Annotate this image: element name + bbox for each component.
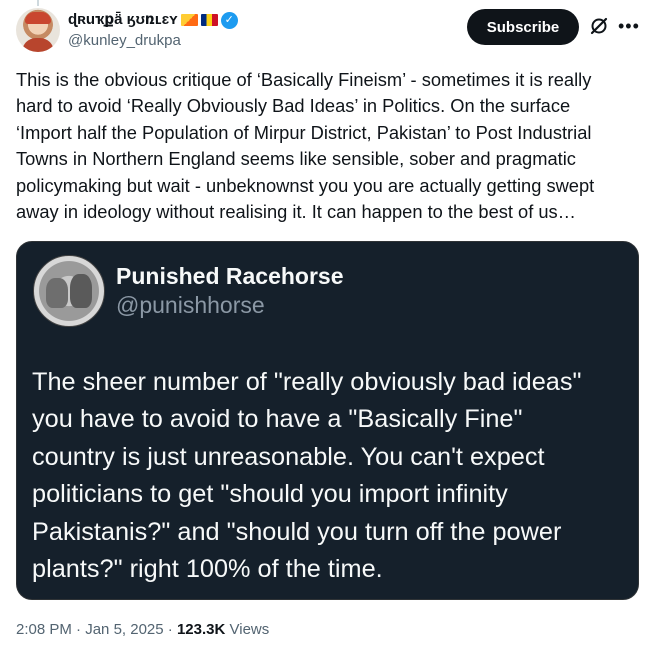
tweet-metadata: 2:08 PM · Jan 5, 2025 · 123.3K Views: [16, 618, 269, 642]
meta-separator: ·: [76, 621, 82, 638]
tweet-media-image[interactable]: Punished Racehorse @punishhorse The shee…: [16, 241, 639, 600]
romania-flag-icon: [200, 14, 218, 26]
tweet-time[interactable]: 2:08 PM: [16, 621, 72, 638]
subscribe-button[interactable]: Subscribe: [467, 9, 579, 45]
thread-connector-line: [37, 0, 39, 6]
meta-separator: ·: [167, 621, 173, 638]
author-avatar[interactable]: [16, 8, 60, 52]
author-names: ɖʀuҡքǟ ӄʊռʟɛʏ ✓ @kunley_drukpa: [68, 10, 238, 51]
views-count: 123.3K: [176, 621, 226, 638]
author-display-name[interactable]: ɖʀuҡքǟ ӄʊռʟɛʏ: [68, 10, 178, 30]
more-options-icon[interactable]: •••: [618, 16, 640, 36]
quoted-tweet-text: The sheer number of "really obviously ba…: [32, 368, 582, 584]
quoted-author-name: Punished Racehorse: [116, 263, 344, 289]
tweet-date[interactable]: Jan 5, 2025: [85, 621, 163, 638]
grok-icon[interactable]: [589, 16, 609, 36]
bhutan-flag-icon: [180, 14, 198, 26]
verified-badge-icon[interactable]: ✓: [220, 11, 238, 29]
views-label: Views: [229, 621, 270, 638]
tweet-text: This is the obvious critique of ‘Basical…: [16, 69, 595, 223]
tweet-header: ɖʀuҡքǟ ӄʊռʟɛʏ ✓ @kunley_drukpa Subscribe …: [16, 8, 640, 56]
quoted-author-avatar: [33, 255, 105, 327]
author-handle[interactable]: @kunley_drukpa: [68, 31, 238, 51]
quoted-author-handle: @punishhorse: [116, 292, 265, 318]
